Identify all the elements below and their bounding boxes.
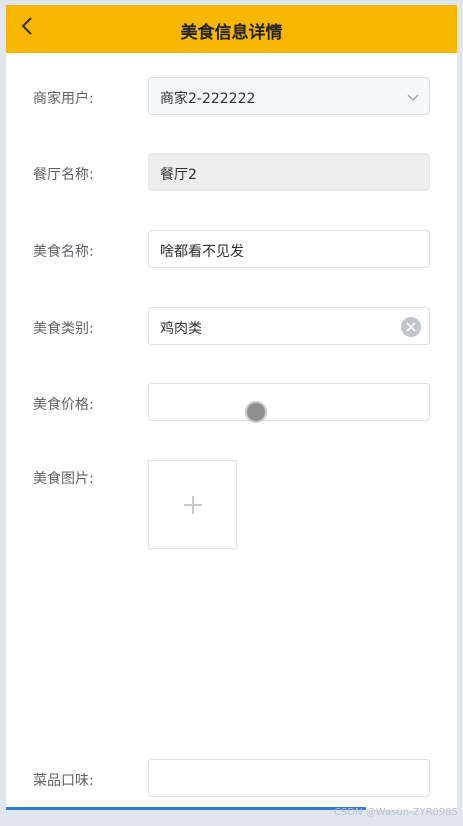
merchant-value: 商家2-222222 — [160, 91, 256, 107]
taste-label: 菜品口味: — [33, 773, 94, 789]
image-upload-button[interactable] — [148, 460, 237, 549]
page-title: 美食信息详情 — [180, 23, 283, 43]
price-row: 美食价格: — [6, 383, 457, 423]
merchant-select[interactable]: 商家2-222222 — [148, 77, 430, 115]
food-name-row: 美食名称: 啥都看不见发 — [6, 230, 457, 270]
food-name-value: 啥都看不见发 — [160, 244, 244, 260]
plus-icon — [184, 496, 202, 514]
merchant-label: 商家用户: — [33, 91, 94, 107]
watermark: CSDN @Wasun-ZYR0985 — [334, 807, 458, 818]
clear-icon[interactable] — [401, 317, 421, 337]
restaurant-field: 餐厅2 — [148, 153, 430, 191]
category-row: 美食类别: 鸡肉类 — [6, 307, 457, 347]
category-label: 美食类别: — [33, 321, 94, 337]
taste-row: 菜品口味: — [6, 759, 457, 799]
restaurant-label: 餐厅名称: — [33, 167, 94, 183]
category-value: 鸡肉类 — [160, 321, 202, 337]
app-window: 美食信息详情 商家用户: 商家2-222222 餐厅名称: 餐厅2 美食名称: … — [6, 5, 457, 810]
chevron-down-icon — [407, 94, 419, 101]
merchant-row: 商家用户: 商家2-222222 — [6, 77, 457, 117]
top-bar: 美食信息详情 — [6, 5, 457, 53]
category-select[interactable]: 鸡肉类 — [148, 307, 430, 345]
price-label: 美食价格: — [33, 397, 94, 413]
restaurant-row: 餐厅名称: 餐厅2 — [6, 153, 457, 193]
food-name-label: 美食名称: — [33, 244, 94, 260]
taste-input[interactable] — [148, 759, 430, 797]
image-label: 美食图片: — [33, 471, 94, 487]
scroll-indicator — [6, 807, 366, 810]
food-name-input[interactable]: 啥都看不见发 — [148, 230, 430, 268]
touch-cursor — [245, 401, 267, 423]
price-input[interactable] — [148, 383, 430, 421]
restaurant-value: 餐厅2 — [160, 167, 197, 183]
